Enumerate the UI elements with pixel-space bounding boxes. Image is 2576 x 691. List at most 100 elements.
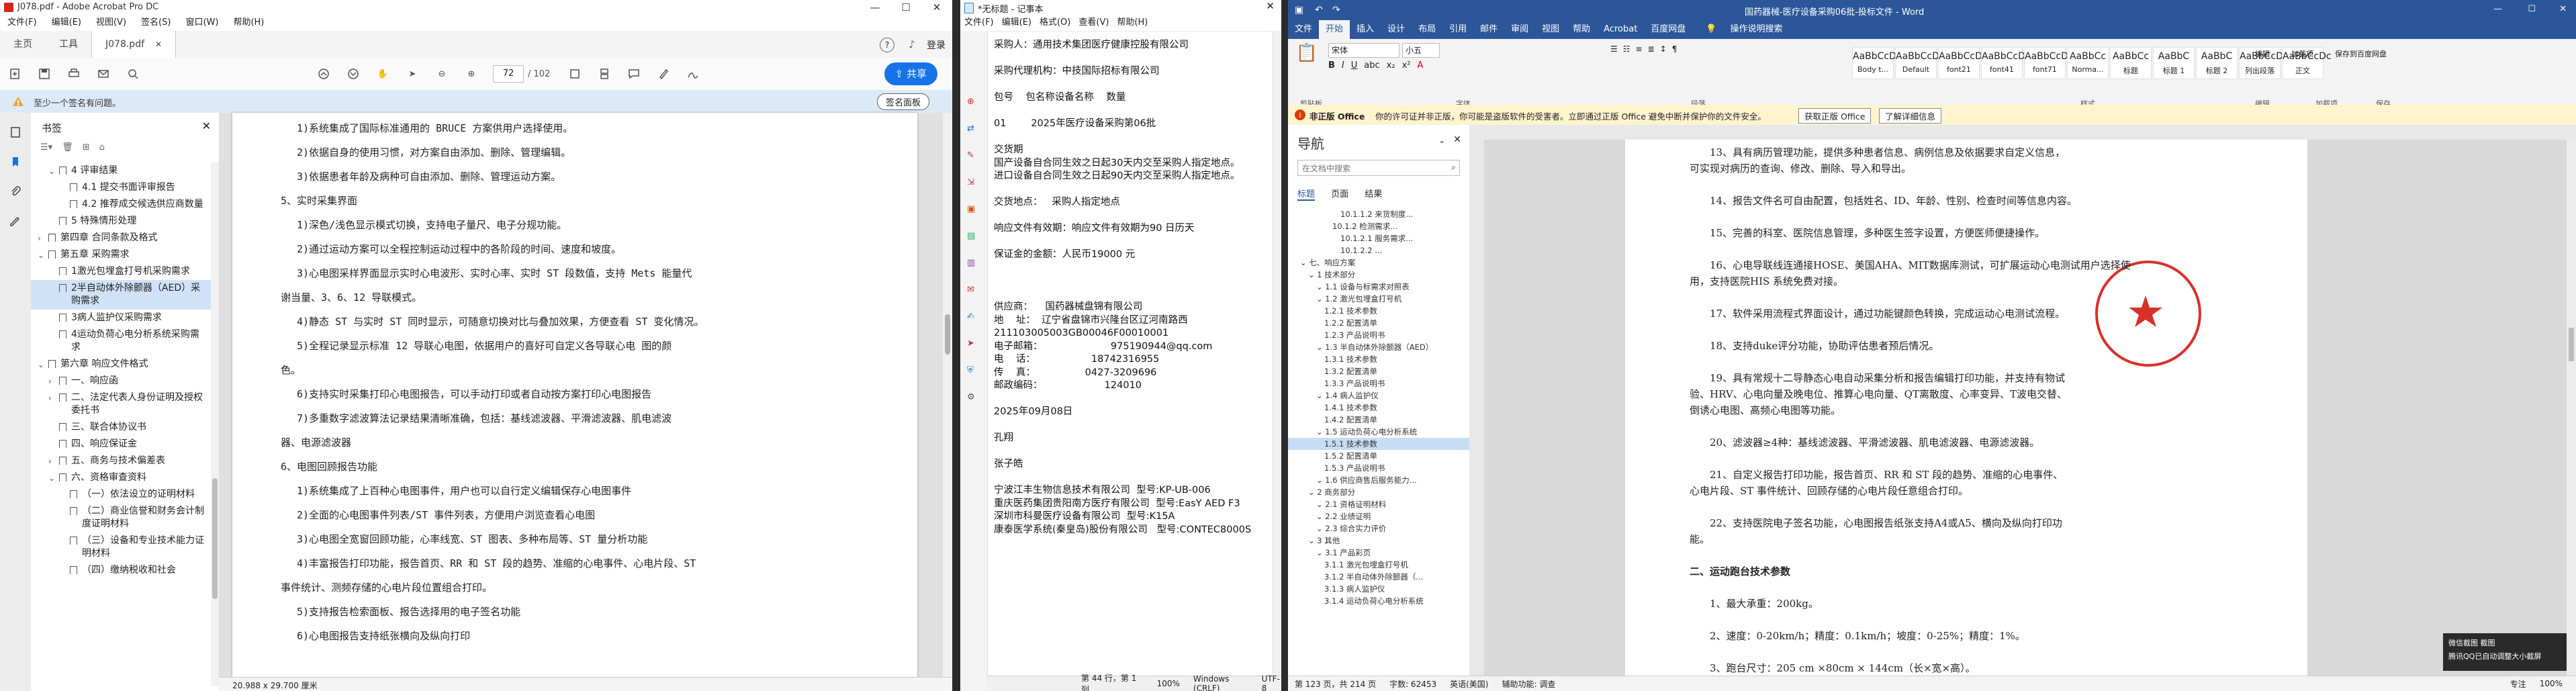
nav-heading-item[interactable]: ⌄ 七、响应方案 (1288, 257, 1469, 269)
convert-tool-icon[interactable]: ⇄ (967, 124, 975, 134)
baidu-save-button[interactable]: 保存到百度网盘 (2335, 48, 2387, 59)
chevron-down-icon[interactable]: ⌄ (1316, 548, 1325, 557)
menu-view[interactable]: 视图(V) (89, 15, 134, 31)
bookmark-item[interactable]: 四、响应保证金 (31, 436, 212, 453)
tab-home[interactable]: 主页 (0, 31, 46, 58)
ribbon-tab-design[interactable]: 设计 (1381, 20, 1412, 39)
bookmark-item[interactable]: › 二、法定代表人身份证明及授权委托书 (31, 389, 212, 419)
notepad-scrollbar[interactable] (1273, 31, 1281, 676)
bookmark-item[interactable]: 4.1 提交书面评审报告 (31, 179, 212, 196)
nav-heading-item[interactable]: 1.4.1 技术参数 (1288, 402, 1469, 414)
fill-sign-icon[interactable]: ✍ (967, 312, 975, 322)
underline-icon[interactable]: U (1351, 60, 1358, 71)
style-gallery-item[interactable]: AaBbCcDc font41 (1981, 47, 2031, 79)
chevron-down-icon[interactable]: ⌄ (1316, 512, 1325, 521)
bookmark-item[interactable]: 2半自动体外除颤器（AED）采购需求 (31, 280, 212, 310)
chevron-down-icon[interactable]: ⌄ (1300, 258, 1309, 267)
save-icon[interactable]: ▣ (1295, 5, 1303, 15)
editing-button[interactable]: 编辑 (2255, 48, 2270, 59)
chevron-right-icon[interactable]: › (48, 455, 52, 468)
vertical-ruler[interactable] (1469, 140, 1484, 677)
menu-help[interactable]: 帮助(H) (226, 15, 271, 31)
highlight-icon[interactable] (652, 62, 675, 85)
nav-heading-item[interactable]: 3.1.1 激光包埋盒打号机 (1288, 559, 1469, 571)
search-icon[interactable] (122, 62, 144, 85)
share-button[interactable]: ⇪ 共享 (884, 62, 937, 85)
font-size-box[interactable]: 小五 (1402, 43, 1440, 58)
bookmarks-close-icon[interactable]: ✕ (202, 120, 211, 132)
page-up-icon[interactable] (312, 62, 335, 85)
nav-heading-item[interactable]: ⌄ 3.1 产品彩页 (1288, 547, 1469, 559)
undo-icon[interactable]: ↶ (1315, 5, 1323, 15)
nav-heading-item[interactable]: 1.2.1 技术参数 (1288, 305, 1469, 317)
nav-heading-item[interactable]: ⌄ 1.5 运动负荷心电分析系统 (1288, 426, 1469, 438)
select-tool-icon[interactable]: ➤ (401, 62, 424, 85)
ribbon-tab-acrobat[interactable]: Acrobat (1597, 20, 1644, 39)
strikethrough-icon[interactable]: abc (1364, 60, 1379, 71)
chevron-down-icon[interactable]: ⌄ (1308, 488, 1317, 497)
bookmark-item[interactable]: ⌄ 六、资格审查资料 (31, 469, 212, 486)
bookmark-icon[interactable] (8, 154, 23, 169)
bookmark-item[interactable]: 4运动负荷心电分析系统采购需求 (31, 326, 212, 356)
bookmark-add-icon[interactable]: ⊞ (83, 142, 90, 152)
maximize-icon[interactable]: ☐ (2528, 4, 2536, 14)
ribbon-tab-baidu[interactable]: 百度网盘 (1644, 20, 1692, 39)
chevron-down-icon[interactable]: ⌄ (48, 165, 55, 178)
style-gallery-item[interactable]: AaBbCcDc font71 (2024, 47, 2074, 79)
nav-tab-results[interactable]: 结果 (1365, 189, 1382, 199)
signature-panel-icon[interactable] (8, 214, 23, 228)
addins-button[interactable]: 加载项 (2291, 48, 2313, 59)
bookmark-item[interactable]: （三）设备和专业技术能力证明材料 (31, 533, 212, 562)
bookmark-item[interactable]: ⌄ 第五章 采购需求 (31, 246, 212, 263)
paste-button[interactable]: 📋 (1293, 43, 1320, 63)
style-gallery-item[interactable]: AaBbCcDc Body t... (1852, 47, 1902, 79)
nav-heading-item[interactable]: ⌄ 2.2 业绩证明 (1288, 510, 1469, 522)
nav-heading-item[interactable]: ⌄ 1.1 设备与标需求对照表 (1288, 281, 1469, 293)
redo-icon[interactable]: ↷ (1332, 5, 1340, 15)
bookmark-item[interactable]: 1激光包埋盒打号机采购需求 (31, 263, 212, 280)
style-gallery-item[interactable]: AaBbCcDc font21 (1938, 47, 1988, 79)
notepad-menu-help[interactable]: 帮助(H) (1113, 15, 1152, 31)
nav-heading-item[interactable]: 3.1.4 运动负荷心电分析系统 (1288, 595, 1469, 607)
tab-close-icon[interactable]: ✕ (155, 40, 162, 49)
nav-heading-item[interactable]: ⌄ 2.1 资格证明材料 (1288, 498, 1469, 510)
print-icon[interactable] (62, 62, 85, 85)
tab-tools[interactable]: 工具 (46, 31, 91, 58)
protect-icon[interactable]: ⛨ (967, 365, 975, 375)
attachment-icon[interactable] (8, 184, 23, 199)
learn-more-button[interactable]: 了解详细信息 (1879, 108, 1942, 124)
chevron-down-icon[interactable]: ⌄ (1316, 342, 1325, 352)
bookmark-options-icon[interactable]: ☰▾ (40, 142, 52, 152)
send-icon[interactable]: ➤ (967, 338, 975, 349)
create-icon[interactable] (3, 62, 26, 85)
menu-edit[interactable]: 编辑(E) (44, 15, 89, 31)
nav-heading-item[interactable]: ⌄ 1 技术部分 (1288, 269, 1469, 281)
comment-tool-icon[interactable]: ✉ (967, 285, 975, 295)
nav-tab-headings[interactable]: 标题 (1297, 189, 1316, 201)
nav-heading-item[interactable]: ⌄ 1.6 供应商售后服务能力... (1288, 474, 1469, 486)
maximize-icon[interactable]: ☐ (890, 0, 921, 15)
bookmark-item[interactable]: 三、联合体协议书 (31, 419, 212, 436)
tell-me-search[interactable]: 💡 操作说明搜索 (1692, 20, 1796, 39)
bookmark-item[interactable]: （二）商业信誉和财务会计制度证明材料 (31, 503, 212, 533)
minimize-icon[interactable]: — (2493, 4, 2502, 14)
zoom-tool-icon[interactable]: ⊕ (967, 97, 975, 107)
page-down-icon[interactable] (342, 62, 365, 85)
ribbon-tab-review[interactable]: 审阅 (1504, 20, 1535, 39)
zoom-out-icon[interactable]: ⊖ (430, 62, 453, 85)
word-scroll-thumb[interactable] (2569, 328, 2574, 361)
subscript-icon[interactable]: x₂ (1387, 60, 1395, 71)
mail-icon[interactable] (92, 62, 115, 85)
bookmark-item[interactable]: › 一、响应函 (31, 373, 212, 389)
style-gallery-item[interactable]: AaBbCc 标题 (2110, 47, 2152, 79)
ribbon-tab-mailings[interactable]: 邮件 (1473, 20, 1504, 39)
nav-close-icon[interactable]: ✕ (1453, 134, 1461, 145)
notepad-menu-view[interactable]: 查看(V) (1074, 15, 1113, 31)
page-number-input[interactable]: 72 (493, 65, 524, 83)
bookmark-tag-icon[interactable]: ⌂ (99, 142, 105, 152)
chevron-down-icon[interactable]: ⌄ (38, 359, 44, 371)
superscript-icon[interactable]: x² (1402, 60, 1411, 71)
close-icon[interactable]: ✕ (921, 0, 952, 15)
get-genuine-office-button[interactable]: 获取正版 Office (1798, 108, 1872, 124)
nav-heading-item[interactable]: ⌄ 1.3 半自动体外除颤器（AED） (1288, 341, 1469, 353)
